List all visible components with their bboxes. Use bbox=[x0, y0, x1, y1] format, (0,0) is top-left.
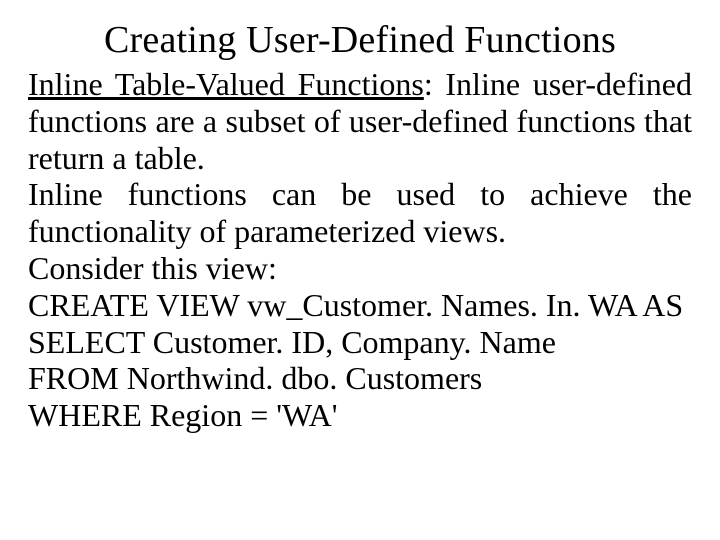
paragraph-2: Inline functions can be used to achieve … bbox=[28, 176, 692, 250]
slide-body: Inline Table-Valued Functions: Inline us… bbox=[28, 66, 692, 434]
code-line-2: SELECT Customer. ID, Company. Name bbox=[28, 324, 692, 361]
paragraph-3: Consider this view: bbox=[28, 250, 692, 287]
code-line-4: WHERE Region = 'WA' bbox=[28, 397, 692, 434]
code-line-3: FROM Northwind. dbo. Customers bbox=[28, 360, 692, 397]
inline-heading: Inline Table-Valued Functions bbox=[28, 66, 424, 102]
slide-title: Creating User-Defined Functions bbox=[28, 18, 692, 62]
code-line-1: CREATE VIEW vw_Customer. Names. In. WA A… bbox=[28, 287, 692, 324]
paragraph-1: Inline Table-Valued Functions: Inline us… bbox=[28, 66, 692, 176]
